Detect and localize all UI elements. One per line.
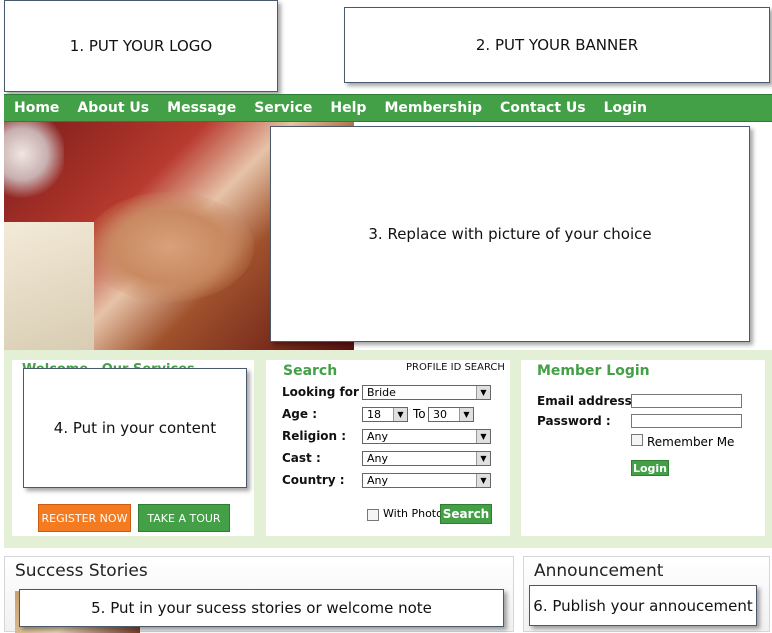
member-login-title: Member Login xyxy=(537,363,650,379)
banner-placeholder-text: 2. PUT YOUR BANNER xyxy=(475,36,639,54)
looking-for-value: Bride xyxy=(367,386,396,399)
success-stories-title: Success Stories xyxy=(15,561,148,581)
nav-service[interactable]: Service xyxy=(254,100,312,116)
search-panel: Search PROFILE ID SEARCH Looking for : B… xyxy=(266,360,510,536)
hero-photo-sleeve xyxy=(4,222,94,350)
picture-placeholder-text: 3. Replace with picture of your choice xyxy=(368,225,652,243)
nav-login[interactable]: Login xyxy=(604,100,647,116)
chevron-down-icon: ▼ xyxy=(459,408,473,421)
chevron-down-icon: ▼ xyxy=(393,408,407,421)
chevron-down-icon: ▼ xyxy=(476,386,490,399)
country-select[interactable]: Any ▼ xyxy=(362,473,491,488)
nav-membership[interactable]: Membership xyxy=(384,100,482,116)
religion-value: Any xyxy=(367,430,389,443)
announcement-placeholder-text: 6. Publish your annoucement xyxy=(533,596,753,615)
chevron-down-icon: ▼ xyxy=(476,452,490,465)
password-label: Password : xyxy=(537,414,611,428)
register-button[interactable]: REGISTER NOW xyxy=(38,504,131,532)
content-placeholder-text: 4. Put in your content xyxy=(53,419,217,437)
age-from-select[interactable]: 18 ▼ xyxy=(362,407,408,422)
search-button-label: Search xyxy=(442,507,490,521)
profile-id-search-link[interactable]: PROFILE ID SEARCH xyxy=(406,362,505,373)
with-photo-checkbox[interactable] xyxy=(367,509,379,521)
remember-me-label: Remember Me xyxy=(647,435,735,449)
register-button-label: REGISTER NOW xyxy=(41,511,128,525)
chevron-down-icon: ▼ xyxy=(476,430,490,443)
remember-me-checkbox[interactable] xyxy=(631,434,643,446)
religion-select[interactable]: Any ▼ xyxy=(362,429,491,444)
stories-placeholder-text: 5. Put in your sucess stories or welcome… xyxy=(91,599,432,617)
main-nav: Home About Us Message Service Help Membe… xyxy=(4,94,772,122)
age-to-label: To xyxy=(413,407,426,421)
logo-placeholder-text: 1. PUT YOUR LOGO xyxy=(69,37,213,55)
email-label: Email address : xyxy=(537,394,641,408)
country-label: Country : xyxy=(282,473,345,487)
country-value: Any xyxy=(367,474,389,487)
search-button[interactable]: Search xyxy=(440,504,492,524)
religion-label: Religion : xyxy=(282,429,347,443)
age-from-value: 18 xyxy=(367,408,381,421)
nav-message[interactable]: Message xyxy=(167,100,236,116)
hero-photo-hands xyxy=(84,192,254,302)
stories-placeholder: 5. Put in your sucess stories or welcome… xyxy=(19,589,504,627)
age-to-value: 30 xyxy=(433,408,447,421)
nav-help[interactable]: Help xyxy=(330,100,366,116)
cast-label: Cast : xyxy=(282,451,321,465)
cast-value: Any xyxy=(367,452,389,465)
search-title: Search xyxy=(283,363,338,379)
login-button-label: Login xyxy=(632,461,668,475)
take-tour-button-label: TAKE A TOUR xyxy=(147,511,221,525)
with-photo-label: With Photo xyxy=(383,507,443,520)
email-field[interactable] xyxy=(631,394,742,408)
picture-placeholder: 3. Replace with picture of your choice xyxy=(270,126,750,342)
content-placeholder: 4. Put in your content xyxy=(23,368,247,488)
age-to-select[interactable]: 30 ▼ xyxy=(428,407,474,422)
announcement-title: Announcement xyxy=(534,561,664,581)
hero-photo-flowers xyxy=(4,122,64,202)
nav-home[interactable]: Home xyxy=(14,100,59,116)
announcement-placeholder: 6. Publish your annoucement xyxy=(529,585,757,626)
cast-select[interactable]: Any ▼ xyxy=(362,451,491,466)
nav-contact-us[interactable]: Contact Us xyxy=(500,100,586,116)
looking-for-label: Looking for : xyxy=(282,385,368,399)
login-button[interactable]: Login xyxy=(631,460,669,476)
age-label: Age : xyxy=(282,407,317,421)
logo-placeholder: 1. PUT YOUR LOGO xyxy=(4,0,278,92)
banner-placeholder: 2. PUT YOUR BANNER xyxy=(344,7,770,83)
looking-for-select[interactable]: Bride ▼ xyxy=(362,385,491,400)
take-tour-button[interactable]: TAKE A TOUR xyxy=(138,504,230,532)
chevron-down-icon: ▼ xyxy=(476,474,490,487)
member-login-panel: Member Login Email address : Password : … xyxy=(521,360,765,536)
password-field[interactable] xyxy=(631,414,742,428)
nav-about-us[interactable]: About Us xyxy=(77,100,149,116)
